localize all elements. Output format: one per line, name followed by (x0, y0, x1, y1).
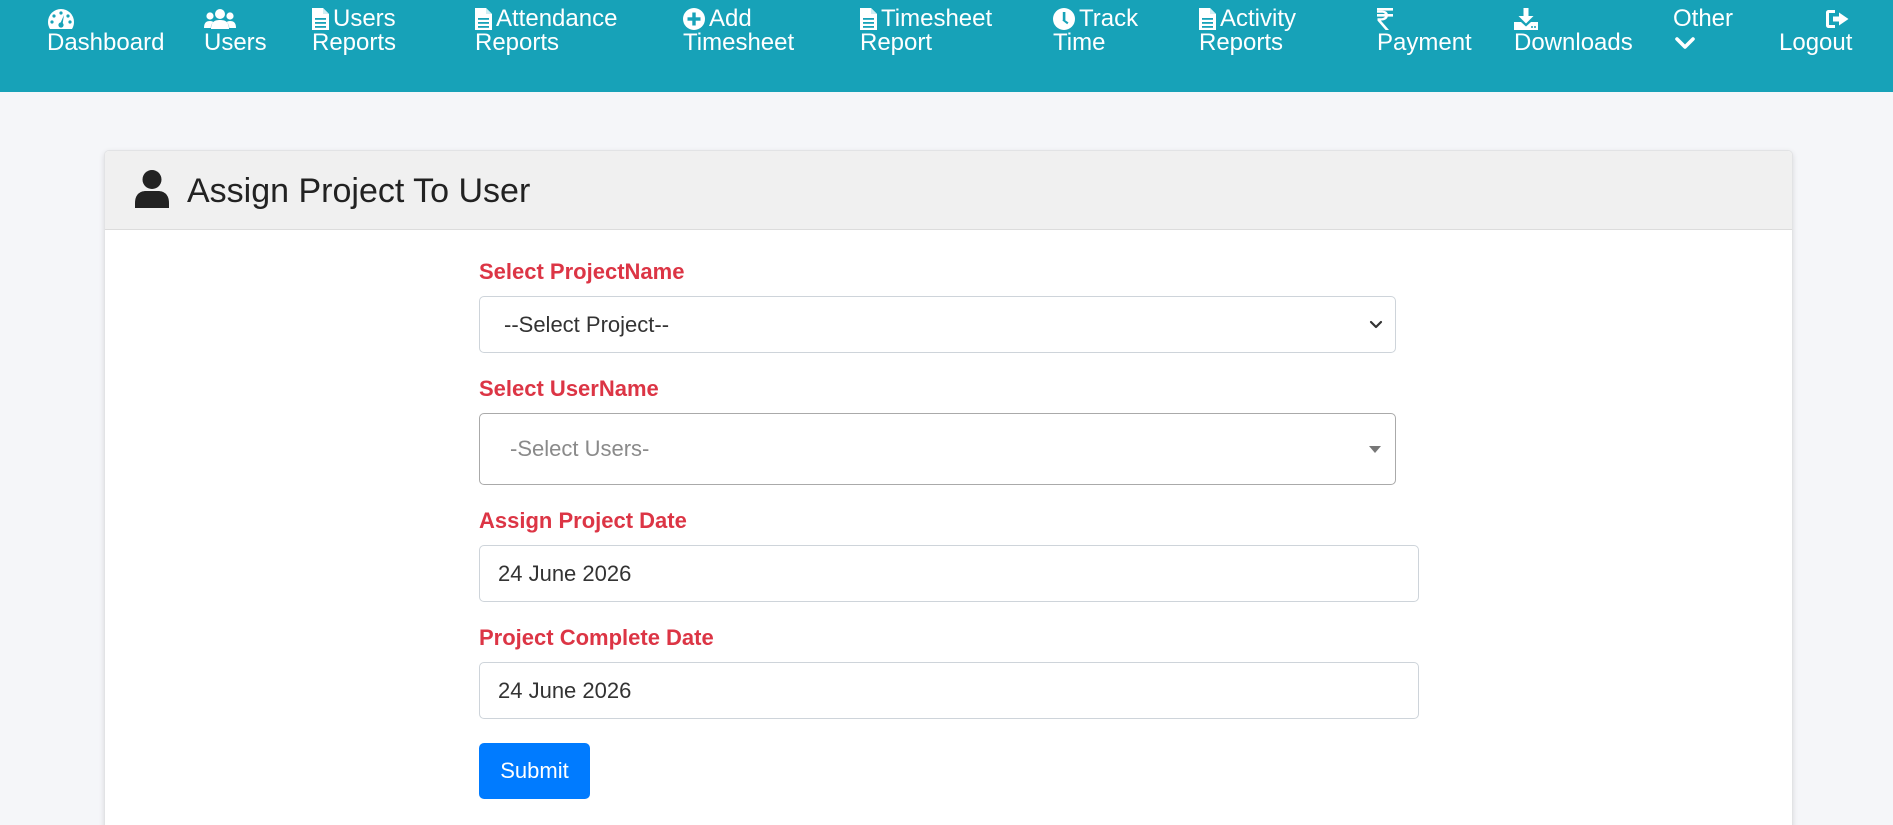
chevron-down-icon (1369, 320, 1383, 328)
nav-timesheet-report[interactable]: Timesheet Report (860, 7, 992, 55)
nav-track-time[interactable]: Track Time (1053, 7, 1138, 55)
file-icon (475, 8, 492, 30)
nav-activity-reports[interactable]: Activity Reports (1199, 7, 1296, 55)
chevron-down-icon (1675, 37, 1695, 49)
file-icon (312, 8, 329, 30)
nav-dashboard[interactable]: Dashboard (47, 7, 164, 55)
download-icon (1514, 8, 1538, 30)
rupee-icon (1377, 8, 1393, 30)
nav-downloads[interactable]: Downloads (1514, 7, 1633, 55)
assign-project-card: Assign Project To User Select ProjectNam… (104, 150, 1793, 825)
clock-icon (1053, 8, 1075, 30)
users-icon (204, 9, 236, 29)
complete-date-label: Project Complete Date (479, 625, 714, 650)
nav-logout[interactable]: Logout (1779, 7, 1852, 55)
project-select[interactable]: --Select Project-- (479, 296, 1396, 353)
user-select[interactable]: -Select Users- (479, 413, 1396, 485)
plus-circle-icon (683, 8, 705, 30)
submit-button[interactable]: Submit (479, 743, 590, 799)
file-icon (1199, 8, 1216, 30)
user-icon (135, 170, 169, 208)
complete-date-value: 24 June 2026 (498, 677, 632, 703)
tachometer-icon (47, 9, 75, 29)
sign-out-icon (1826, 10, 1849, 28)
card-header: Assign Project To User (105, 151, 1792, 230)
nav-other-dropdown[interactable]: Other (1673, 7, 1733, 51)
assign-date-label: Assign Project Date (479, 508, 687, 533)
complete-date-input[interactable]: 24 June 2026 (479, 662, 1419, 719)
nav-users[interactable]: Users (204, 7, 267, 55)
project-select-value: --Select Project-- (504, 311, 670, 337)
assign-date-input[interactable]: 24 June 2026 (479, 545, 1419, 602)
caret-down-icon (1369, 446, 1381, 453)
nav-users-reports[interactable]: Users Reports (312, 7, 396, 55)
user-select-placeholder: -Select Users- (510, 436, 650, 461)
user-name-label: Select UserName (479, 376, 659, 401)
project-name-label: Select ProjectName (479, 259, 685, 284)
top-navbar: Dashboard Users Users Reports Attendance… (0, 0, 1893, 92)
nav-attendance-reports[interactable]: Attendance Reports (475, 7, 617, 55)
nav-payment[interactable]: Payment (1377, 7, 1472, 55)
nav-add-timesheet[interactable]: Add Timesheet (683, 7, 794, 55)
page-title: Assign Project To User (187, 172, 531, 210)
file-icon (860, 8, 877, 30)
assign-date-value: 24 June 2026 (498, 560, 632, 586)
